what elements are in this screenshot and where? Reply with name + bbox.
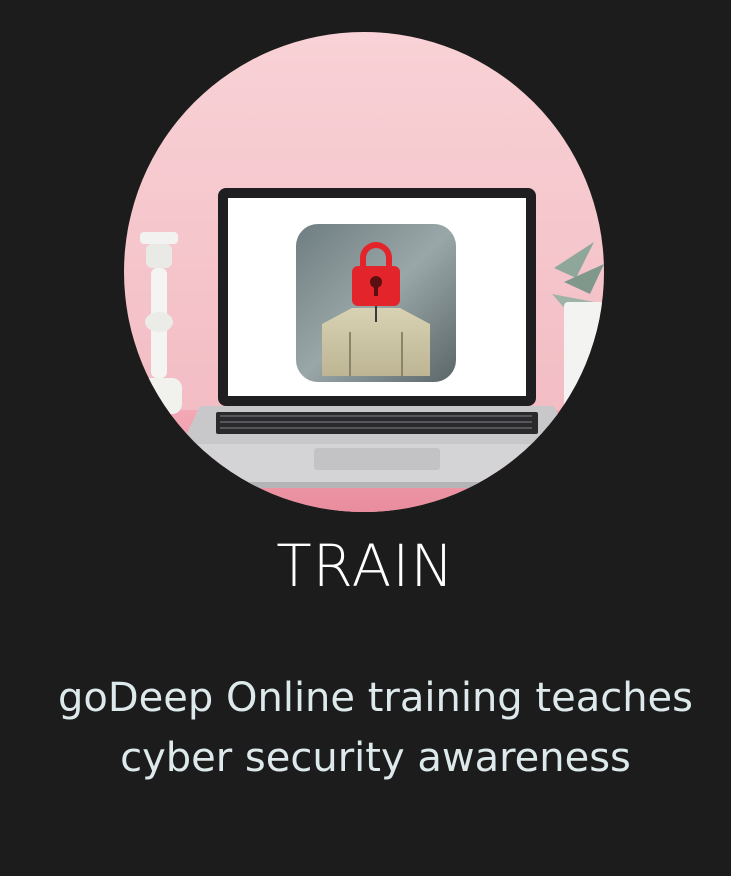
description-line-1: goDeep Online training teaches <box>58 675 693 721</box>
hero-photo <box>124 32 604 512</box>
laptop-illustration <box>124 32 604 512</box>
card-heading: TRAIN <box>276 532 455 600</box>
security-app-icon <box>296 224 456 382</box>
card-description: goDeep Online training teaches cyber sec… <box>20 668 731 788</box>
feature-card: TRAIN goDeep Online training teaches cyb… <box>0 0 731 876</box>
description-line-2: cyber security awareness <box>120 735 631 781</box>
